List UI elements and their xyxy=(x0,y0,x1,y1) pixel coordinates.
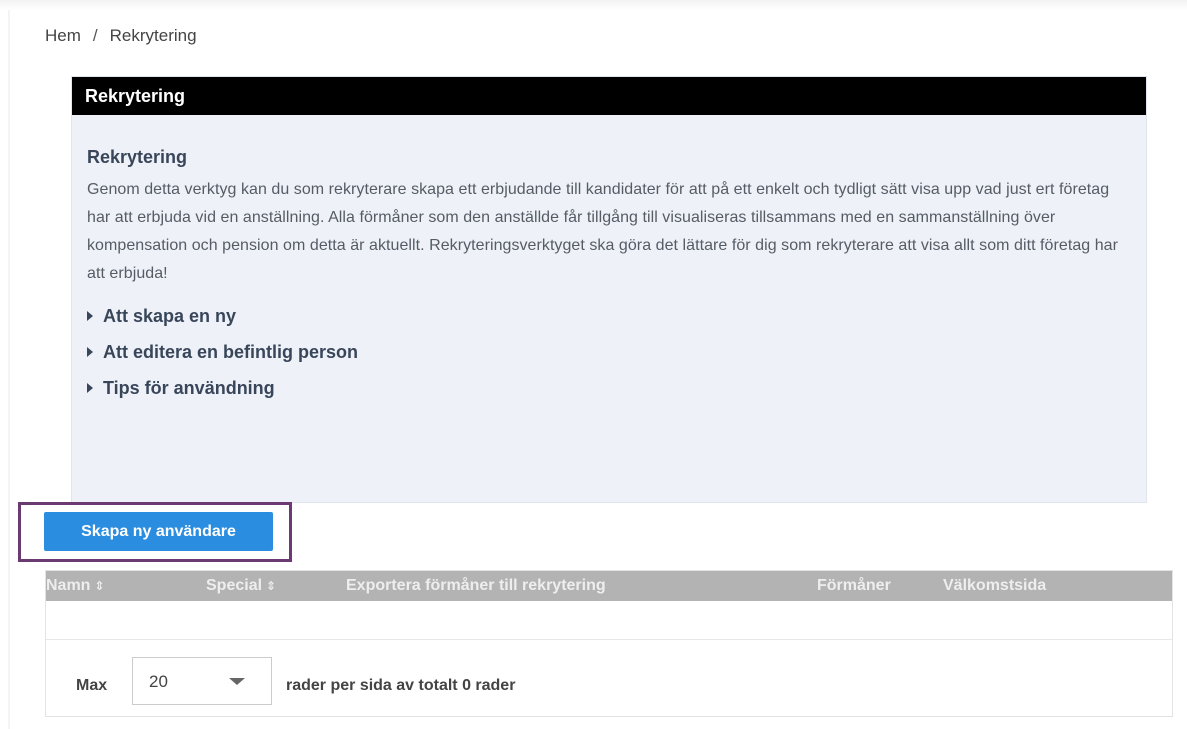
help-accordion: Att skapa en ny Att editera en befintlig… xyxy=(87,298,1130,406)
accordion-item-label: Tips för användning xyxy=(103,378,275,398)
pagination: Max 20 rader per sida av totalt 0 rader xyxy=(46,640,1172,716)
page-size-select[interactable]: 20 xyxy=(132,657,272,705)
column-header-label: Förmåner xyxy=(817,577,891,594)
table-empty-row xyxy=(46,601,1172,640)
table-header: Namn ⇕ Special ⇕ Exportera förmåner till r… xyxy=(46,571,1172,601)
page: Hem / Rekrytering Rekrytering Rekryterin… xyxy=(0,0,1187,729)
create-user-button[interactable]: Skapa ny användare xyxy=(44,512,273,551)
column-header-benefits: Förmåner xyxy=(817,571,891,601)
caret-right-icon xyxy=(87,311,93,321)
breadcrumb-home[interactable]: Hem xyxy=(45,26,81,46)
chevron-down-icon xyxy=(229,678,245,685)
page-size-label: Max xyxy=(76,677,108,694)
info-panel: Rekrytering Rekrytering Genom detta verk… xyxy=(71,76,1147,503)
column-header-name[interactable]: Namn ⇕ xyxy=(46,571,105,601)
breadcrumb: Hem / Rekrytering xyxy=(45,26,197,46)
top-shadow xyxy=(0,0,1187,10)
breadcrumb-separator: / xyxy=(92,26,98,45)
info-title: Rekrytering xyxy=(87,147,188,167)
accordion-item-label: Att skapa en ny xyxy=(103,306,237,326)
caret-right-icon xyxy=(87,383,93,393)
info-panel-header: Rekrytering xyxy=(72,77,1146,115)
caret-right-icon xyxy=(87,347,93,357)
sort-icon: ⇕ xyxy=(266,579,277,593)
accordion-item-create-new[interactable]: Att skapa en ny xyxy=(87,298,1130,334)
accordion-item-usage-tips[interactable]: Tips för användning xyxy=(87,370,1130,406)
left-edge xyxy=(8,10,10,729)
column-header-label: Välkomstsida xyxy=(943,577,1047,594)
column-header-label: Namn xyxy=(46,577,91,594)
accordion-item-edit-existing[interactable]: Att editera en befintlig person xyxy=(87,334,1130,370)
info-description: Genom detta verktyg kan du som rekrytera… xyxy=(87,181,1118,282)
accordion-item-label: Att editera en befintlig person xyxy=(103,342,359,362)
breadcrumb-current: Rekrytering xyxy=(109,26,197,45)
column-header-special[interactable]: Special ⇕ xyxy=(206,571,276,601)
column-header-export-benefits: Exportera förmåner till rekrytering xyxy=(346,571,606,601)
column-header-welcome-page: Välkomstsida xyxy=(943,571,1046,601)
info-panel-body: Rekrytering Genom detta verktyg kan du s… xyxy=(72,115,1146,406)
users-table: Namn ⇕ Special ⇕ Exportera förmåner till r… xyxy=(45,570,1173,717)
row-count-text: rader per sida av totalt 0 rader xyxy=(286,677,516,694)
page-size-value: 20 xyxy=(149,672,168,691)
column-header-label: Special xyxy=(206,577,263,594)
sort-icon: ⇕ xyxy=(94,579,105,593)
column-header-label: Exportera förmåner till rekrytering xyxy=(346,577,606,594)
